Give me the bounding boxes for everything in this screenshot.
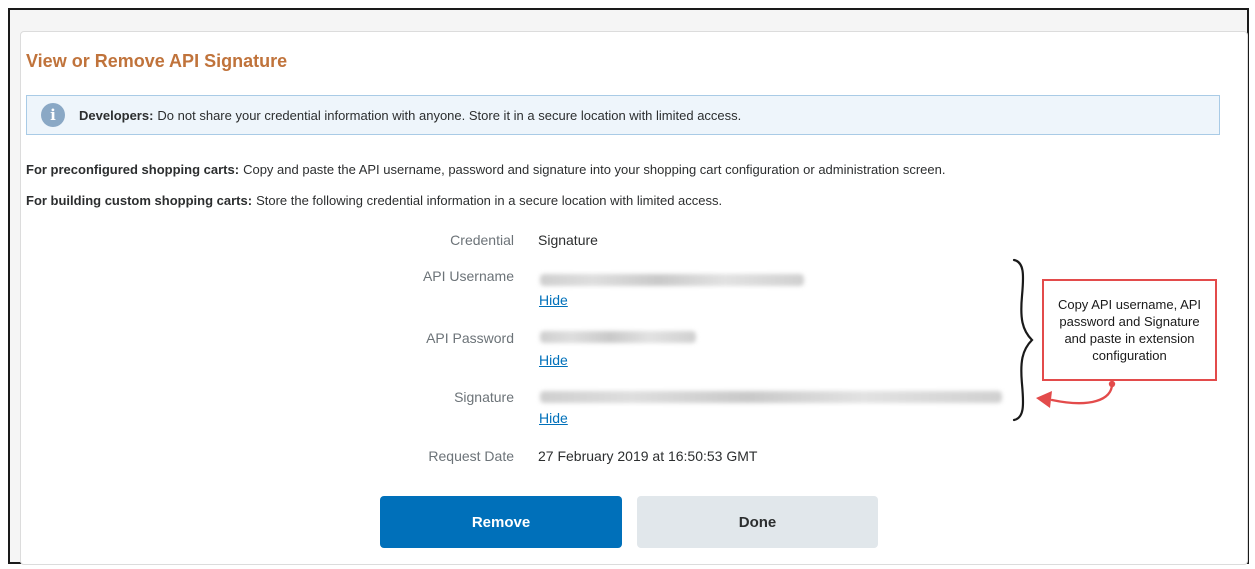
request-date-value: 27 February 2019 at 16:50:53 GMT	[538, 448, 758, 464]
developer-alert: i Developers: Do not share your credenti…	[26, 95, 1220, 135]
preconfigured-label: For preconfigured shopping carts:	[26, 162, 240, 177]
api-username-value	[540, 274, 804, 286]
api-password-hide-link[interactable]: Hide	[539, 352, 568, 368]
custom-instructions: For building custom shopping carts: Store…	[26, 193, 722, 208]
annotation-callout: Copy API username, API password and Sign…	[1042, 279, 1217, 381]
signature-hide-link[interactable]: Hide	[539, 410, 568, 426]
alert-label: Developers:	[79, 107, 154, 123]
request-date-label: Request Date	[428, 448, 514, 464]
arrow-annotation	[1036, 380, 1116, 408]
custom-text: Store the following credential informati…	[256, 193, 723, 208]
custom-label: For building custom shopping carts:	[26, 193, 253, 208]
remove-button[interactable]: Remove	[380, 496, 622, 548]
api-username-hide-link[interactable]: Hide	[539, 292, 568, 308]
api-password-value	[540, 331, 696, 343]
preconfigured-text: Copy and paste the API username, passwor…	[243, 162, 946, 177]
signature-value	[540, 391, 1002, 403]
preconfigured-instructions: For preconfigured shopping carts: Copy an…	[26, 162, 945, 177]
alert-text: Do not share your credential information…	[157, 107, 742, 123]
annotation-text: Copy API username, API password and Sign…	[1057, 297, 1202, 363]
signature-label: Signature	[454, 389, 514, 405]
done-button[interactable]: Done	[637, 496, 878, 548]
credential-value: Signature	[538, 232, 598, 248]
page-title: View or Remove API Signature	[26, 51, 288, 71]
api-username-label: API Username	[422, 268, 514, 284]
api-password-label: API Password	[426, 330, 514, 346]
info-icon: i	[41, 103, 65, 127]
credential-label: Credential	[450, 232, 514, 248]
